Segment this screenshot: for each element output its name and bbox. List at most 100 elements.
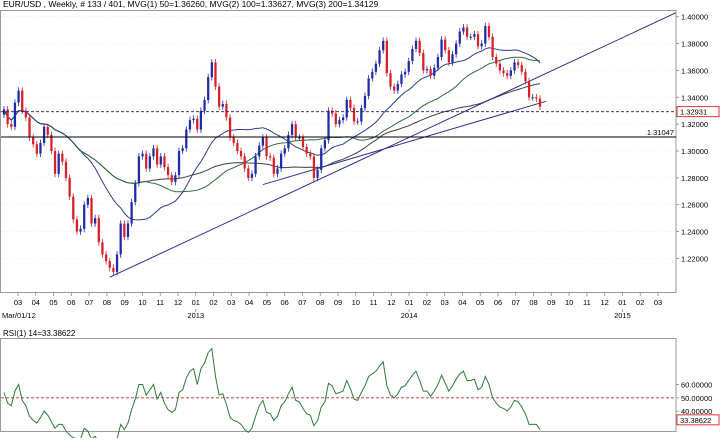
candle-body[interactable] xyxy=(181,148,184,151)
candle-body[interactable] xyxy=(104,254,108,262)
candle-body[interactable] xyxy=(473,34,476,37)
candle-body[interactable] xyxy=(389,73,392,87)
candle-body[interactable] xyxy=(72,196,75,220)
candle-body[interactable] xyxy=(414,40,418,49)
candle-body[interactable] xyxy=(207,77,210,100)
candle-body[interactable] xyxy=(382,40,385,51)
candle-body[interactable] xyxy=(272,157,275,174)
candle-body[interactable] xyxy=(363,95,367,109)
candle-body[interactable] xyxy=(64,161,68,178)
candle-body[interactable] xyxy=(188,120,192,130)
candle-body[interactable] xyxy=(192,118,195,121)
candle-body[interactable] xyxy=(137,156,141,184)
candle-body[interactable] xyxy=(221,104,224,107)
candle-body[interactable] xyxy=(334,113,337,125)
candle-body[interactable] xyxy=(411,48,414,62)
candle-body[interactable] xyxy=(225,104,228,118)
candle-body[interactable] xyxy=(145,153,148,169)
candle-body[interactable] xyxy=(177,151,181,176)
candle-body[interactable] xyxy=(53,151,57,174)
candle-body[interactable] xyxy=(119,223,122,255)
candle-body[interactable] xyxy=(159,156,162,165)
candle-body[interactable] xyxy=(57,153,60,174)
candle-body[interactable] xyxy=(42,126,46,143)
candle-body[interactable] xyxy=(327,110,330,141)
candle-body[interactable] xyxy=(254,156,257,174)
candle-body[interactable] xyxy=(112,267,115,272)
candle-body[interactable] xyxy=(367,78,370,96)
chart-canvas[interactable]: EUR/USD , Weekly, # 133 / 401, MVG(1) 50… xyxy=(0,0,720,440)
candle-body[interactable] xyxy=(130,202,133,224)
candle-body[interactable] xyxy=(531,97,534,99)
candle-body[interactable] xyxy=(126,223,130,237)
candle-body[interactable] xyxy=(239,151,243,157)
candle-body[interactable] xyxy=(498,63,502,71)
candle-body[interactable] xyxy=(455,43,458,55)
candle-body[interactable] xyxy=(141,153,144,157)
candle-body[interactable] xyxy=(261,137,265,146)
candle-body[interactable] xyxy=(79,228,82,232)
candle-body[interactable] xyxy=(465,27,469,37)
candle-body[interactable] xyxy=(152,148,155,157)
candle-body[interactable] xyxy=(349,99,352,109)
candle-body[interactable] xyxy=(32,137,35,145)
candle-body[interactable] xyxy=(148,156,151,169)
candle-body[interactable] xyxy=(513,62,516,71)
candle-body[interactable] xyxy=(97,218,100,243)
candle-body[interactable] xyxy=(199,110,203,130)
candle-body[interactable] xyxy=(535,97,538,99)
candle-body[interactable] xyxy=(385,40,388,74)
candle-body[interactable] xyxy=(352,108,356,122)
candle-body[interactable] xyxy=(356,121,359,123)
candle-body[interactable] xyxy=(469,36,472,38)
candle-body[interactable] xyxy=(123,223,126,237)
candle-body[interactable] xyxy=(374,63,378,72)
candle-body[interactable] xyxy=(94,218,97,224)
candle-body[interactable] xyxy=(258,145,261,157)
candle-body[interactable] xyxy=(283,148,286,154)
candle-body[interactable] xyxy=(163,156,166,168)
candle-body[interactable] xyxy=(21,90,24,111)
candle-body[interactable] xyxy=(294,124,297,138)
candle-body[interactable] xyxy=(520,65,523,72)
candle-body[interactable] xyxy=(524,71,527,82)
candle-body[interactable] xyxy=(170,175,173,182)
candle-body[interactable] xyxy=(341,117,345,121)
candle-body[interactable] xyxy=(10,124,13,127)
candle-body[interactable] xyxy=(495,57,498,64)
candle-body[interactable] xyxy=(108,261,111,268)
candle-body[interactable] xyxy=(476,34,480,47)
candle-body[interactable] xyxy=(440,39,443,57)
candle-body[interactable] xyxy=(39,142,42,154)
candle-body[interactable] xyxy=(538,98,542,107)
candle-body[interactable] xyxy=(320,148,323,170)
candle-body[interactable] xyxy=(90,198,93,224)
candle-body[interactable] xyxy=(378,50,381,64)
candle-body[interactable] xyxy=(217,86,221,107)
candle-body[interactable] xyxy=(290,124,294,135)
candle-body[interactable] xyxy=(174,175,177,182)
candle-body[interactable] xyxy=(462,27,465,32)
candle-body[interactable] xyxy=(279,153,283,169)
candle-body[interactable] xyxy=(166,167,170,176)
candle-body[interactable] xyxy=(83,204,86,229)
candle-body[interactable] xyxy=(506,73,509,76)
candle-body[interactable] xyxy=(425,69,429,71)
candle-body[interactable] xyxy=(17,90,20,103)
candle-body[interactable] xyxy=(276,168,279,174)
candle-body[interactable] xyxy=(396,83,399,91)
candle-body[interactable] xyxy=(305,146,308,154)
candle-body[interactable] xyxy=(236,142,239,151)
candle-body[interactable] xyxy=(527,81,531,98)
candle-body[interactable] xyxy=(228,117,232,138)
candle-body[interactable] xyxy=(156,148,159,165)
candle-body[interactable] xyxy=(265,137,268,157)
candle-body[interactable] xyxy=(75,219,79,232)
candle-body[interactable] xyxy=(422,52,425,71)
candle-body[interactable] xyxy=(301,137,305,147)
candle-body[interactable] xyxy=(298,137,301,139)
candle-body[interactable] xyxy=(338,120,341,125)
candle-body[interactable] xyxy=(487,26,491,37)
candle-body[interactable] xyxy=(13,102,17,127)
candle-body[interactable] xyxy=(345,99,348,118)
